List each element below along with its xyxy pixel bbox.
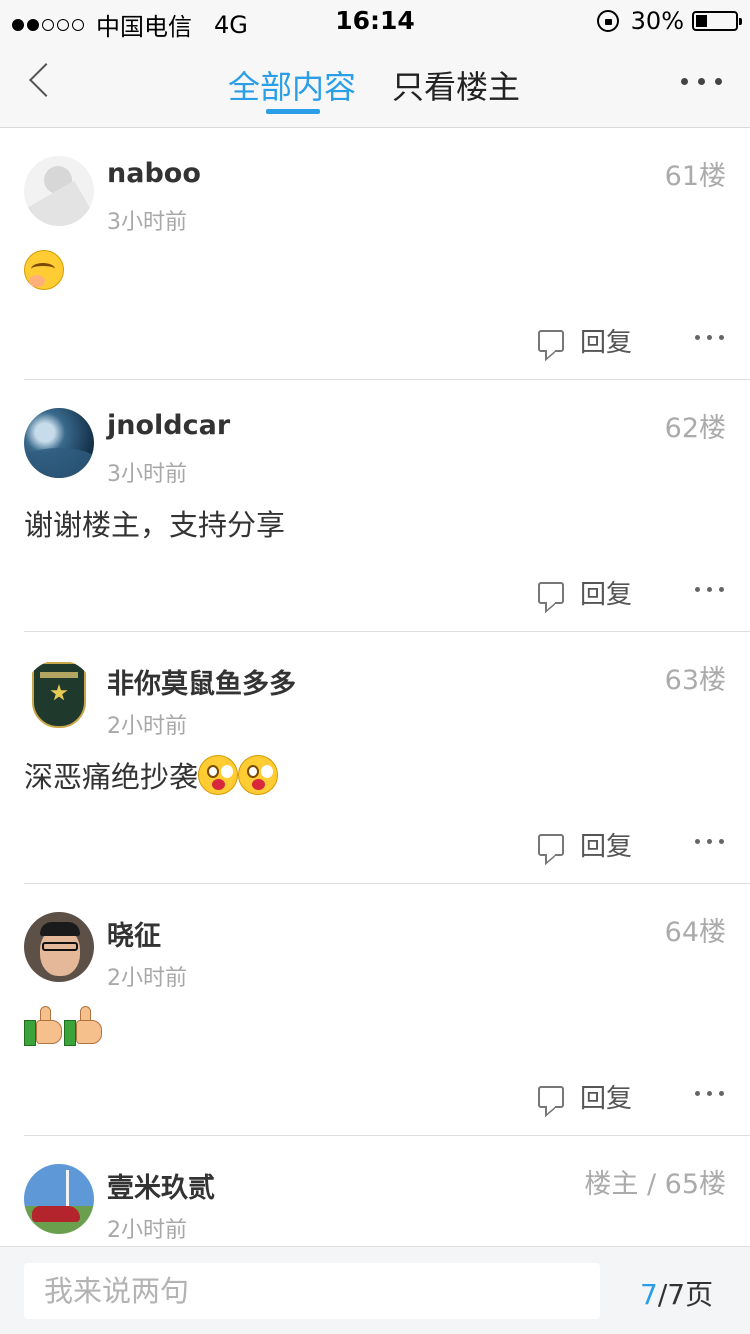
active-tab-indicator (266, 109, 320, 114)
comment-icon (538, 329, 564, 352)
battery-percent: 30% (630, 7, 684, 35)
post-more-button[interactable] (695, 839, 724, 844)
reply-label: 回复 (580, 832, 633, 862)
post-item: 非你莫鼠鱼多多 2小时前 63楼 深恶痛绝抄袭 回复 (0, 632, 750, 884)
battery-level (696, 15, 707, 27)
comment-icon (538, 833, 564, 856)
bottom-bar: 7/7页 (0, 1246, 750, 1334)
total-pages: /7页 (657, 1278, 714, 1311)
username[interactable]: 壹米玖贰 (107, 1166, 215, 1205)
username[interactable]: jnoldcar (107, 410, 230, 441)
current-page: 7 (640, 1278, 658, 1311)
reply-label: 回复 (580, 580, 633, 610)
thumbs-up-emoji-icon (24, 1006, 64, 1046)
post-time: 2小时前 (107, 1218, 187, 1243)
reply-label: 回复 (580, 1084, 633, 1114)
post-content: 谢谢楼主，支持分享 (24, 502, 285, 544)
page-indicator[interactable]: 7/7页 (640, 1273, 713, 1313)
thumbs-up-emoji-icon (64, 1006, 104, 1046)
floor-number: 楼主 / 65楼 (584, 1169, 726, 1200)
comment-input[interactable] (24, 1263, 600, 1319)
avatar[interactable] (24, 660, 94, 730)
avatar[interactable] (24, 1164, 94, 1234)
reply-button[interactable]: 回复 (538, 1078, 632, 1115)
avatar[interactable] (24, 912, 94, 982)
shocked-face-emoji-icon (198, 755, 239, 795)
reply-button[interactable]: 回复 (538, 826, 632, 863)
post-text: 谢谢楼主，支持分享 (24, 508, 286, 542)
post-content (24, 250, 64, 290)
tab-all-content[interactable]: 全部内容 (228, 62, 356, 108)
reply-label: 回复 (580, 328, 633, 358)
status-right: 30% (596, 7, 742, 35)
post-time: 3小时前 (107, 210, 187, 235)
rotation-lock-icon (596, 10, 619, 32)
post-content (24, 1006, 104, 1046)
floor-number: 62楼 (664, 413, 726, 444)
post-content: 深恶痛绝抄袭 (24, 754, 279, 796)
post-time: 3小时前 (107, 462, 187, 487)
post-text: 深恶痛绝抄袭 (24, 760, 199, 794)
dot (698, 78, 705, 85)
comment-icon (538, 1085, 564, 1108)
dot (715, 78, 722, 85)
post-time: 2小时前 (107, 966, 187, 991)
reply-button[interactable]: 回复 (538, 574, 632, 611)
more-options-button[interactable] (681, 78, 722, 85)
reply-button[interactable]: 回复 (538, 322, 632, 359)
post-item: naboo 3小时前 61楼 回复 (0, 128, 750, 380)
post-item: jnoldcar 3小时前 62楼 谢谢楼主，支持分享 回复 (0, 380, 750, 632)
shocked-face-emoji-icon (238, 755, 279, 795)
comment-icon (538, 581, 564, 604)
smile-blush-emoji-icon (24, 250, 64, 290)
floor-number: 63楼 (664, 665, 726, 696)
post-item: 晓征 2小时前 64楼 回复 (0, 884, 750, 1136)
post-more-button[interactable] (695, 1091, 724, 1096)
avatar[interactable] (24, 156, 94, 226)
username[interactable]: naboo (107, 158, 201, 189)
avatar[interactable] (24, 408, 94, 478)
post-more-button[interactable] (695, 587, 724, 592)
post-more-button[interactable] (695, 335, 724, 340)
floor-number: 61楼 (664, 161, 726, 192)
username[interactable]: 非你莫鼠鱼多多 (107, 662, 296, 701)
dot (681, 78, 688, 85)
post-time: 2小时前 (107, 714, 187, 739)
status-bar: 中国电信 4G 16:14 30% (0, 0, 750, 41)
username[interactable]: 晓征 (107, 914, 161, 953)
floor-number: 64楼 (664, 917, 726, 948)
battery-icon (692, 11, 742, 31)
nav-bar: 全部内容 只看楼主 (0, 40, 750, 128)
tab-only-op[interactable]: 只看楼主 (392, 62, 520, 108)
back-button[interactable] (22, 60, 58, 106)
